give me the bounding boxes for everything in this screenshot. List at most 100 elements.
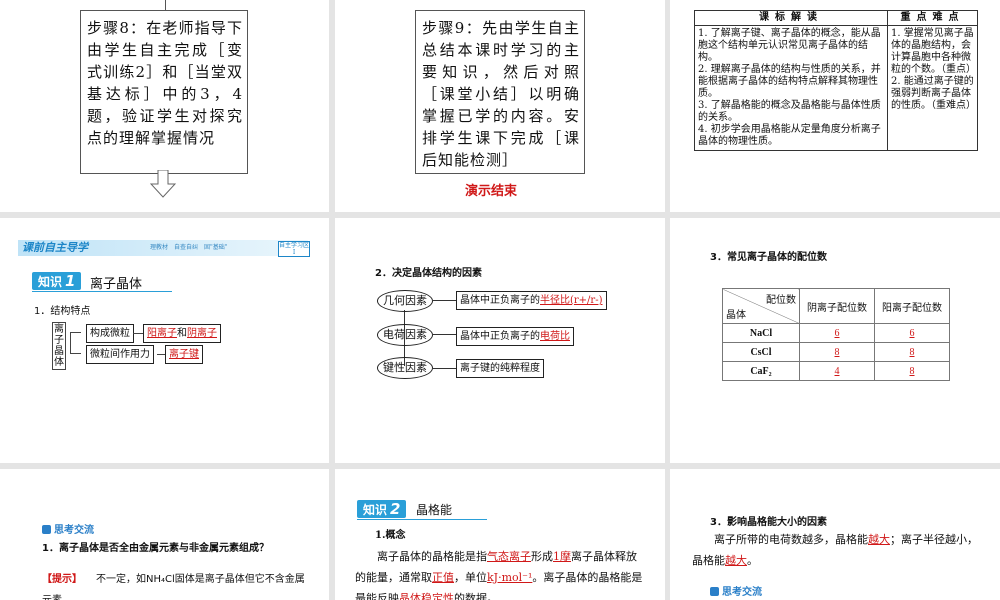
link-bond [432,368,456,369]
slide-step9[interactable]: 步骤9：先由学生自主总结本课时学习的主要知识，然后对照［课堂小结］以明确掌握已学… [335,0,665,212]
answer-unit: kJ·mol⁻¹ [487,571,533,584]
coordination-table: 配位数 晶体 阴离子配位数 阳离子配位数 NaCl 6 6 CsCl 8 8 C… [722,288,950,381]
step8-box: 步骤8：在老师指导下由学生自主完成［变式训练2］和［当堂双基达标］中的3，4题，… [80,10,248,174]
slide-coordination[interactable]: 3．常见离子晶体的配位数 配位数 晶体 阴离子配位数 阳离子配位数 NaCl 6… [670,218,1000,463]
row1-answer-b: 阴离子 [187,328,217,339]
text-g: ，单位 [454,571,487,584]
table-row: NaCl 6 6 [722,323,950,343]
section-title: 晶格能 [416,503,453,517]
row1-connector [133,333,143,334]
row1-answer-a: 阳离子 [147,328,177,339]
row2-answer: 离子键 [169,349,199,360]
cell-value: 8 [874,361,950,381]
think-icon [710,587,719,596]
standard-item-1: 1. 了解离子键、离子晶体的概念，能从晶胞这个结构单元认识常见离子晶体的结构。 [698,28,881,63]
factor-charge-answer: 电荷比 [540,331,570,342]
slide-curriculum[interactable]: 课标解读 重点难点 1. 了解离子键、离子晶体的概念，能从晶胞这个结构单元认识常… [670,0,1000,212]
slide-structure-factors[interactable]: 2．决定晶体结构的因素 几何因素 晶体中正负离子的半径比(r+/r-) 电荷因素… [335,218,665,463]
question-1: 1．离子晶体是否全由金属元素与非金属元素组成？ [42,543,269,554]
cell-value: 6 [799,323,875,343]
standard-item-2: 2. 理解离子晶体的结构与性质的关系，并能根据离子晶体的结构特点解释其物理性质。 [698,64,881,99]
col-cation-header: 阴离子配位数 [799,288,875,324]
text-c: 形成 [531,550,553,563]
slide-lattice-factors[interactable]: 3．影响晶格能大小的因素 离子所带的电荷数越多，晶格能越大；离子半径越小，晶格能… [670,469,1000,600]
link-charge [432,334,456,335]
standard-item-3: 3. 了解晶格能的概念及晶格能与晶体性质的关系。 [698,100,881,123]
factors-title: 3．影响晶格能大小的因素 [710,517,827,528]
table-row: CsCl 8 8 [722,342,950,362]
concept-subtitle: 1.概念 [375,530,406,541]
vertical-label: 离子晶体 [54,324,64,368]
header-bottom: 晶体 [726,310,746,321]
cell-value: 4 [799,361,875,381]
factors-title: 2．决定晶体结构的因素 [375,268,482,279]
down-arrow-icon [150,170,176,198]
factor-charge-box: 晶体中正负离子的电荷比 [456,327,574,346]
bracket-line [70,332,81,354]
link-geometric [432,300,456,301]
interparticle-force-label: 微粒间作用力 [86,345,154,364]
banner-right-tag: 自主学习区Ⅰ [278,241,310,257]
answer-gaseous-ions: 气态离子 [487,550,531,563]
row2-connector [157,354,165,355]
banner: 课前自主导学 理教材 自查自纠 固"基础" 自主学习区Ⅰ [18,240,310,257]
row1-answer-box: 阳离子和阴离子 [143,324,221,343]
cell-value: 8 [874,342,950,362]
step9-box: 步骤9：先由学生自主总结本课时学习的主要知识，然后对照［课堂小结］以明确掌握已学… [415,10,585,174]
cell-value: 6 [874,323,950,343]
coordination-title: 3．常见离子晶体的配位数 [710,252,827,263]
vertical-label-box: 离子晶体 [52,322,66,370]
factor-charge-desc: 晶体中正负离子的 [460,331,540,342]
standard-cell: 1. 了解离子键、离子晶体的概念，能从晶胞这个结构单元认识常见离子晶体的结构。 … [694,25,888,151]
curriculum-table: 课标解读 重点难点 1. 了解离子键、离子晶体的概念，能从晶胞这个结构单元认识常… [694,10,978,151]
slide-ionic-crystal[interactable]: 课前自主导学 理教材 自查自纠 固"基础" 自主学习区Ⅰ 知识 1 离子晶体 1．… [0,218,329,463]
slide-lattice-energy[interactable]: 知识 2 晶格能 1.概念 离子晶体的晶格能是指气态离子形成1摩离子晶体释放的能量… [335,469,665,600]
factors-paragraph: 离子所带的电荷数越多，晶格能越大；离子半径越小，晶格能越大。 [692,529,982,571]
knowledge-badge-2: 知识 2 [357,500,407,518]
focus-cell: 1. 掌握常见离子晶体的晶胞结构，会计算晶胞中各种微粒的个数。（重点）2. 能通… [887,25,978,151]
crystal-name: CsCl [722,342,800,362]
hint-block: 【提示】不一定，如NH₄Cl固体是离子晶体但它不含金属元素。 [42,569,312,600]
answer-larger-1: 越大 [868,533,890,546]
factor-bond-box: 离子键的纯粹程度 [456,359,544,378]
table-row: CaF₂ 4 8 [722,361,950,381]
badge-underline [32,291,172,292]
answer-stability: 晶体稳定性 [399,592,454,600]
standard-item-4: 4. 初步学会用晶格能从定量角度分析离子晶体的物理性质。 [698,124,881,147]
text-a: 离子所带的电荷数越多，晶格能 [714,533,868,546]
constituent-particle-label: 构成微粒 [86,324,134,343]
factor-bond-desc: 离子键的纯粹程度 [460,363,540,374]
text-e: 。 [747,554,758,567]
think-text: 思考交流 [722,587,762,598]
knowledge-badge-1: 知识 1 [32,272,82,290]
factor-bond: 键性因素 [377,357,433,379]
hint-label: 【提示】 [42,574,82,585]
knowledge-number: 2 [390,500,401,518]
structure-subtitle: 1．结构特点 [34,306,91,317]
slide-step8[interactable]: 步骤8：在老师指导下由学生自主完成［变式训练2］和［当堂双基达标］中的3，4题，… [0,0,329,212]
answer-larger-2: 越大 [725,554,747,567]
banner-left-text: 课前自主导学 [22,241,88,254]
row1-and: 和 [177,328,187,339]
banner-mid-text: 理教材 自查自纠 固"基础" [150,244,228,251]
text-a: 离子晶体的晶格能是指 [377,550,487,563]
knowledge-number: 1 [65,272,76,290]
factor-geometric-box: 晶体中正负离子的半径比(r+/r-) [456,291,607,310]
header-top: 配位数 [766,295,796,306]
cell-value: 8 [799,342,875,362]
factor-geometric: 几何因素 [377,290,433,312]
step8-text: 步骤8：在老师指导下由学生自主完成［变式训练2］和［当堂双基达标］中的3，4题，… [87,19,243,147]
diagonal-header: 配位数 晶体 [722,288,800,324]
slide-think-1[interactable]: 思考交流 1．离子晶体是否全由金属元素与非金属元素组成？ 【提示】 不一定，如NH… [0,469,329,600]
top-connector-line [165,0,166,10]
factor-geometric-desc: 晶体中正负离子的 [460,295,540,306]
demo-end-label: 演示结束 [465,184,518,199]
section-title: 离子晶体 [90,277,143,292]
answer-positive: 正值 [432,571,454,584]
think-label: 思考交流 [710,583,762,598]
col-header-focus: 重点难点 [887,10,978,26]
factor-geometric-answer: 半径比(r+/r-) [540,295,603,306]
factor-charge: 电荷因素 [377,324,433,346]
answer-one-mole: 1摩 [553,550,571,563]
think-text: 思考交流 [54,525,94,536]
